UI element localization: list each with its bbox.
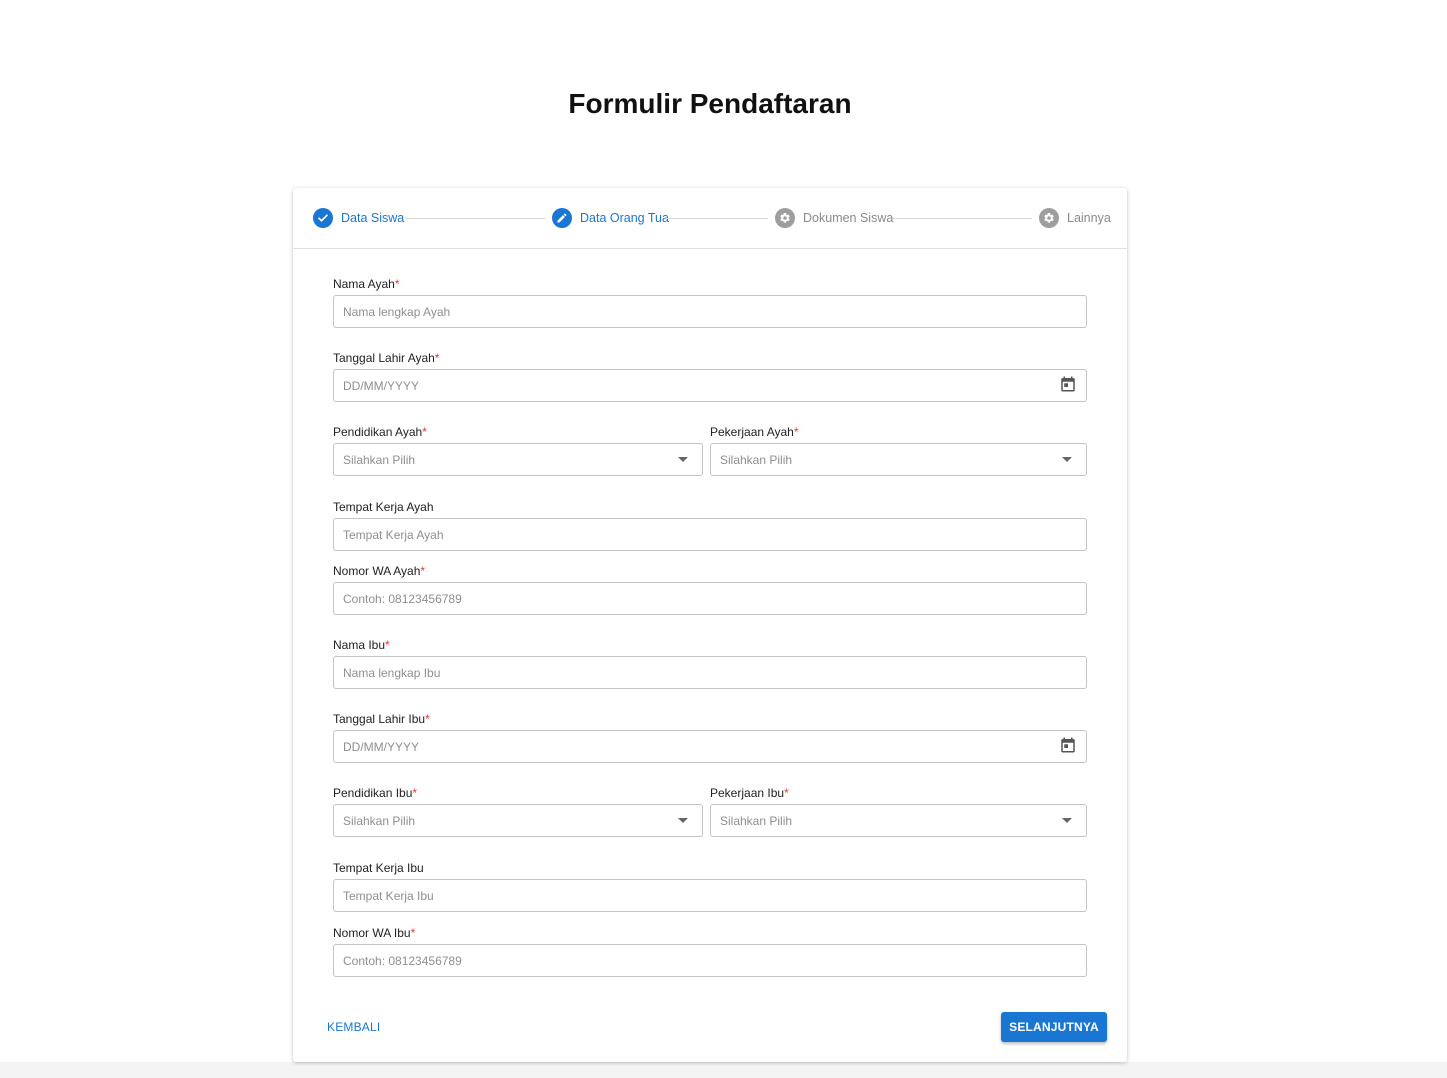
required-mark: * — [784, 786, 789, 800]
tanggal-lahir-ibu-field: Tanggal Lahir Ibu* DD/MM/YYYY — [333, 711, 1087, 763]
calendar-icon[interactable] — [1059, 736, 1077, 757]
step-lainnya[interactable]: Lainnya — [1039, 208, 1111, 228]
nama-ayah-field: Nama Ayah* Nama lengkap Ayah — [333, 276, 1087, 328]
dropdown-caret-icon — [1062, 457, 1072, 462]
check-icon — [313, 208, 333, 228]
gear-icon — [775, 208, 795, 228]
tempat-kerja-ayah-label: Tempat Kerja Ayah — [333, 500, 434, 514]
nama-ibu-field: Nama Ibu* Nama lengkap Ibu — [333, 637, 1087, 689]
nomor-wa-ayah-field: Nomor WA Ayah* Contoh: 08123456789 — [333, 563, 1087, 615]
step-label: Data Siswa — [341, 211, 405, 225]
pekerjaan-ibu-field: Pekerjaan Ibu* Silahkan Pilih — [710, 785, 1087, 837]
nama-ayah-label: Nama Ayah* — [333, 277, 400, 291]
tempat-kerja-ayah-input[interactable]: Tempat Kerja Ayah — [333, 518, 1087, 551]
step-connector — [893, 218, 1032, 219]
page-title: Formulir Pendaftaran — [568, 88, 852, 119]
registration-form-card: Data Siswa Data Orang Tua Dokumen Siswa … — [293, 188, 1127, 1062]
tempat-kerja-ibu-input[interactable]: Tempat Kerja Ibu — [333, 879, 1087, 912]
step-data-orang-tua[interactable]: Data Orang Tua — [552, 208, 669, 228]
step-connector — [406, 218, 545, 219]
step-label: Data Orang Tua — [580, 211, 669, 225]
pendidikan-ayah-select[interactable]: Silahkan Pilih — [333, 443, 703, 476]
pendidikan-ibu-select[interactable]: Silahkan Pilih — [333, 804, 703, 837]
required-mark: * — [394, 277, 400, 291]
required-mark: * — [425, 712, 430, 726]
pekerjaan-ibu-label: Pekerjaan Ibu* — [710, 786, 789, 800]
nomor-wa-ayah-label: Nomor WA Ayah* — [333, 564, 426, 578]
required-mark: * — [793, 425, 799, 439]
nama-ibu-label: Nama Ibu* — [333, 638, 390, 652]
dropdown-caret-icon — [678, 457, 688, 462]
tempat-kerja-ibu-field: Tempat Kerja Ibu Tempat Kerja Ibu — [333, 860, 1087, 912]
required-mark: * — [412, 786, 418, 800]
stepper: Data Siswa Data Orang Tua Dokumen Siswa … — [293, 188, 1127, 249]
tempat-kerja-ayah-field: Tempat Kerja Ayah Tempat Kerja Ayah — [333, 499, 1087, 551]
step-label: Dokumen Siswa — [803, 211, 894, 225]
required-mark: * — [434, 351, 440, 365]
tanggal-lahir-ibu-input[interactable]: DD/MM/YYYY — [333, 730, 1087, 763]
nomor-wa-ayah-input[interactable]: Contoh: 08123456789 — [333, 582, 1087, 615]
calendar-icon[interactable] — [1059, 375, 1077, 396]
tempat-kerja-ibu-label: Tempat Kerja Ibu — [333, 861, 424, 875]
pencil-icon — [552, 208, 572, 228]
pekerjaan-ayah-label: Pekerjaan Ayah* — [710, 425, 799, 439]
required-mark: * — [422, 425, 427, 439]
nama-ibu-input[interactable]: Nama lengkap Ibu — [333, 656, 1087, 689]
pendidikan-ayah-field: Pendidikan Ayah* Silahkan Pilih — [333, 424, 703, 476]
pendidikan-ibu-field: Pendidikan Ibu* Silahkan Pilih — [333, 785, 703, 837]
tanggal-lahir-ayah-input[interactable]: DD/MM/YYYY — [333, 369, 1087, 402]
pendidikan-ayah-label: Pendidikan Ayah* — [333, 425, 427, 439]
step-connector — [666, 218, 768, 219]
step-dokumen-siswa[interactable]: Dokumen Siswa — [775, 208, 893, 228]
nama-ayah-input[interactable]: Nama lengkap Ayah — [333, 295, 1087, 328]
required-mark: * — [385, 638, 390, 652]
dropdown-caret-icon — [1062, 818, 1072, 823]
back-button[interactable]: KEMBALI — [327, 1020, 380, 1034]
pekerjaan-ibu-select[interactable]: Silahkan Pilih — [710, 804, 1087, 837]
gear-icon — [1039, 208, 1059, 228]
pekerjaan-ayah-select[interactable]: Silahkan Pilih — [710, 443, 1087, 476]
tanggal-lahir-ibu-label: Tanggal Lahir Ibu* — [333, 712, 430, 726]
required-mark: * — [420, 564, 426, 578]
dropdown-caret-icon — [678, 818, 688, 823]
tanggal-lahir-ayah-field: Tanggal Lahir Ayah* DD/MM/YYYY — [333, 350, 1087, 402]
pendidikan-ibu-label: Pendidikan Ibu* — [333, 786, 418, 800]
tanggal-lahir-ayah-label: Tanggal Lahir Ayah* — [333, 351, 440, 365]
nomor-wa-ibu-label: Nomor WA Ibu* — [333, 926, 416, 940]
nomor-wa-ibu-field: Nomor WA Ibu* Contoh: 08123456789 — [333, 925, 1087, 977]
page-footer-band — [0, 1062, 1447, 1078]
nomor-wa-ibu-input[interactable]: Contoh: 08123456789 — [333, 944, 1087, 977]
step-label: Lainnya — [1067, 211, 1111, 225]
step-data-siswa[interactable]: Data Siswa — [313, 208, 404, 228]
next-button[interactable]: SELANJUTNYA — [1001, 1012, 1107, 1042]
pekerjaan-ayah-field: Pekerjaan Ayah* Silahkan Pilih — [710, 424, 1087, 476]
required-mark: * — [410, 926, 416, 940]
